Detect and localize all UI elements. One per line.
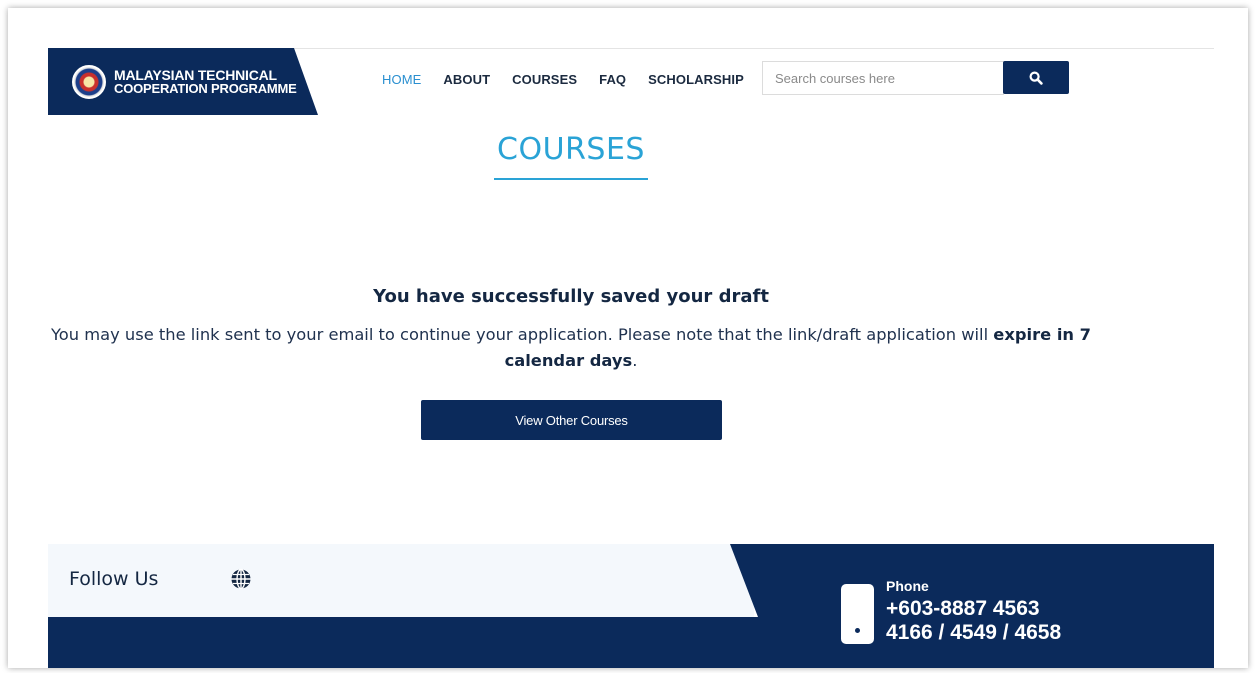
logo-text: MALAYSIAN TECHNICAL COOPERATION PROGRAMM… [114, 68, 297, 96]
site-logo[interactable]: MALAYSIAN TECHNICAL COOPERATION PROGRAMM… [48, 48, 318, 115]
phone-label: Phone [886, 578, 929, 594]
logo-line-2: COOPERATION PROGRAMME [114, 80, 297, 96]
main-nav: HOME ABOUT COURSES FAQ SCHOLARSHIP [382, 72, 766, 87]
success-heading: You have successfully saved your draft [373, 286, 769, 307]
nav-scholarship[interactable]: SCHOLARSHIP [648, 72, 744, 87]
phone-number-line-2: 4166 / 4549 / 4658 [886, 621, 1062, 644]
seal-emblem-icon [72, 64, 106, 99]
message-end: . [632, 351, 638, 370]
search-button[interactable] [1003, 61, 1069, 94]
message-text: You may use the link sent to your email … [51, 325, 994, 344]
success-message: You may use the link sent to your email … [48, 322, 1094, 374]
nav-courses[interactable]: COURSES [512, 72, 577, 87]
globe-icon[interactable] [230, 568, 252, 590]
browser-page: MALAYSIAN TECHNICAL COOPERATION PROGRAMM… [8, 8, 1248, 668]
search-input[interactable] [762, 61, 1004, 95]
search-icon [1029, 70, 1043, 85]
nav-home[interactable]: HOME [382, 72, 421, 87]
view-other-courses-button[interactable]: View Other Courses [421, 400, 722, 440]
phone-number: +603-8887 4563 4166 / 4549 / 4658 [886, 597, 1061, 645]
phone-number-line-1: +603-8887 4563 [886, 597, 1040, 620]
page-title: COURSES [497, 132, 645, 167]
phone-icon [841, 584, 874, 644]
title-underline [494, 178, 648, 180]
logo-line-1: MALAYSIAN TECHNICAL [114, 66, 277, 83]
follow-us-label: Follow Us [69, 568, 159, 590]
nav-about[interactable]: ABOUT [443, 72, 490, 87]
nav-faq[interactable]: FAQ [599, 72, 626, 87]
